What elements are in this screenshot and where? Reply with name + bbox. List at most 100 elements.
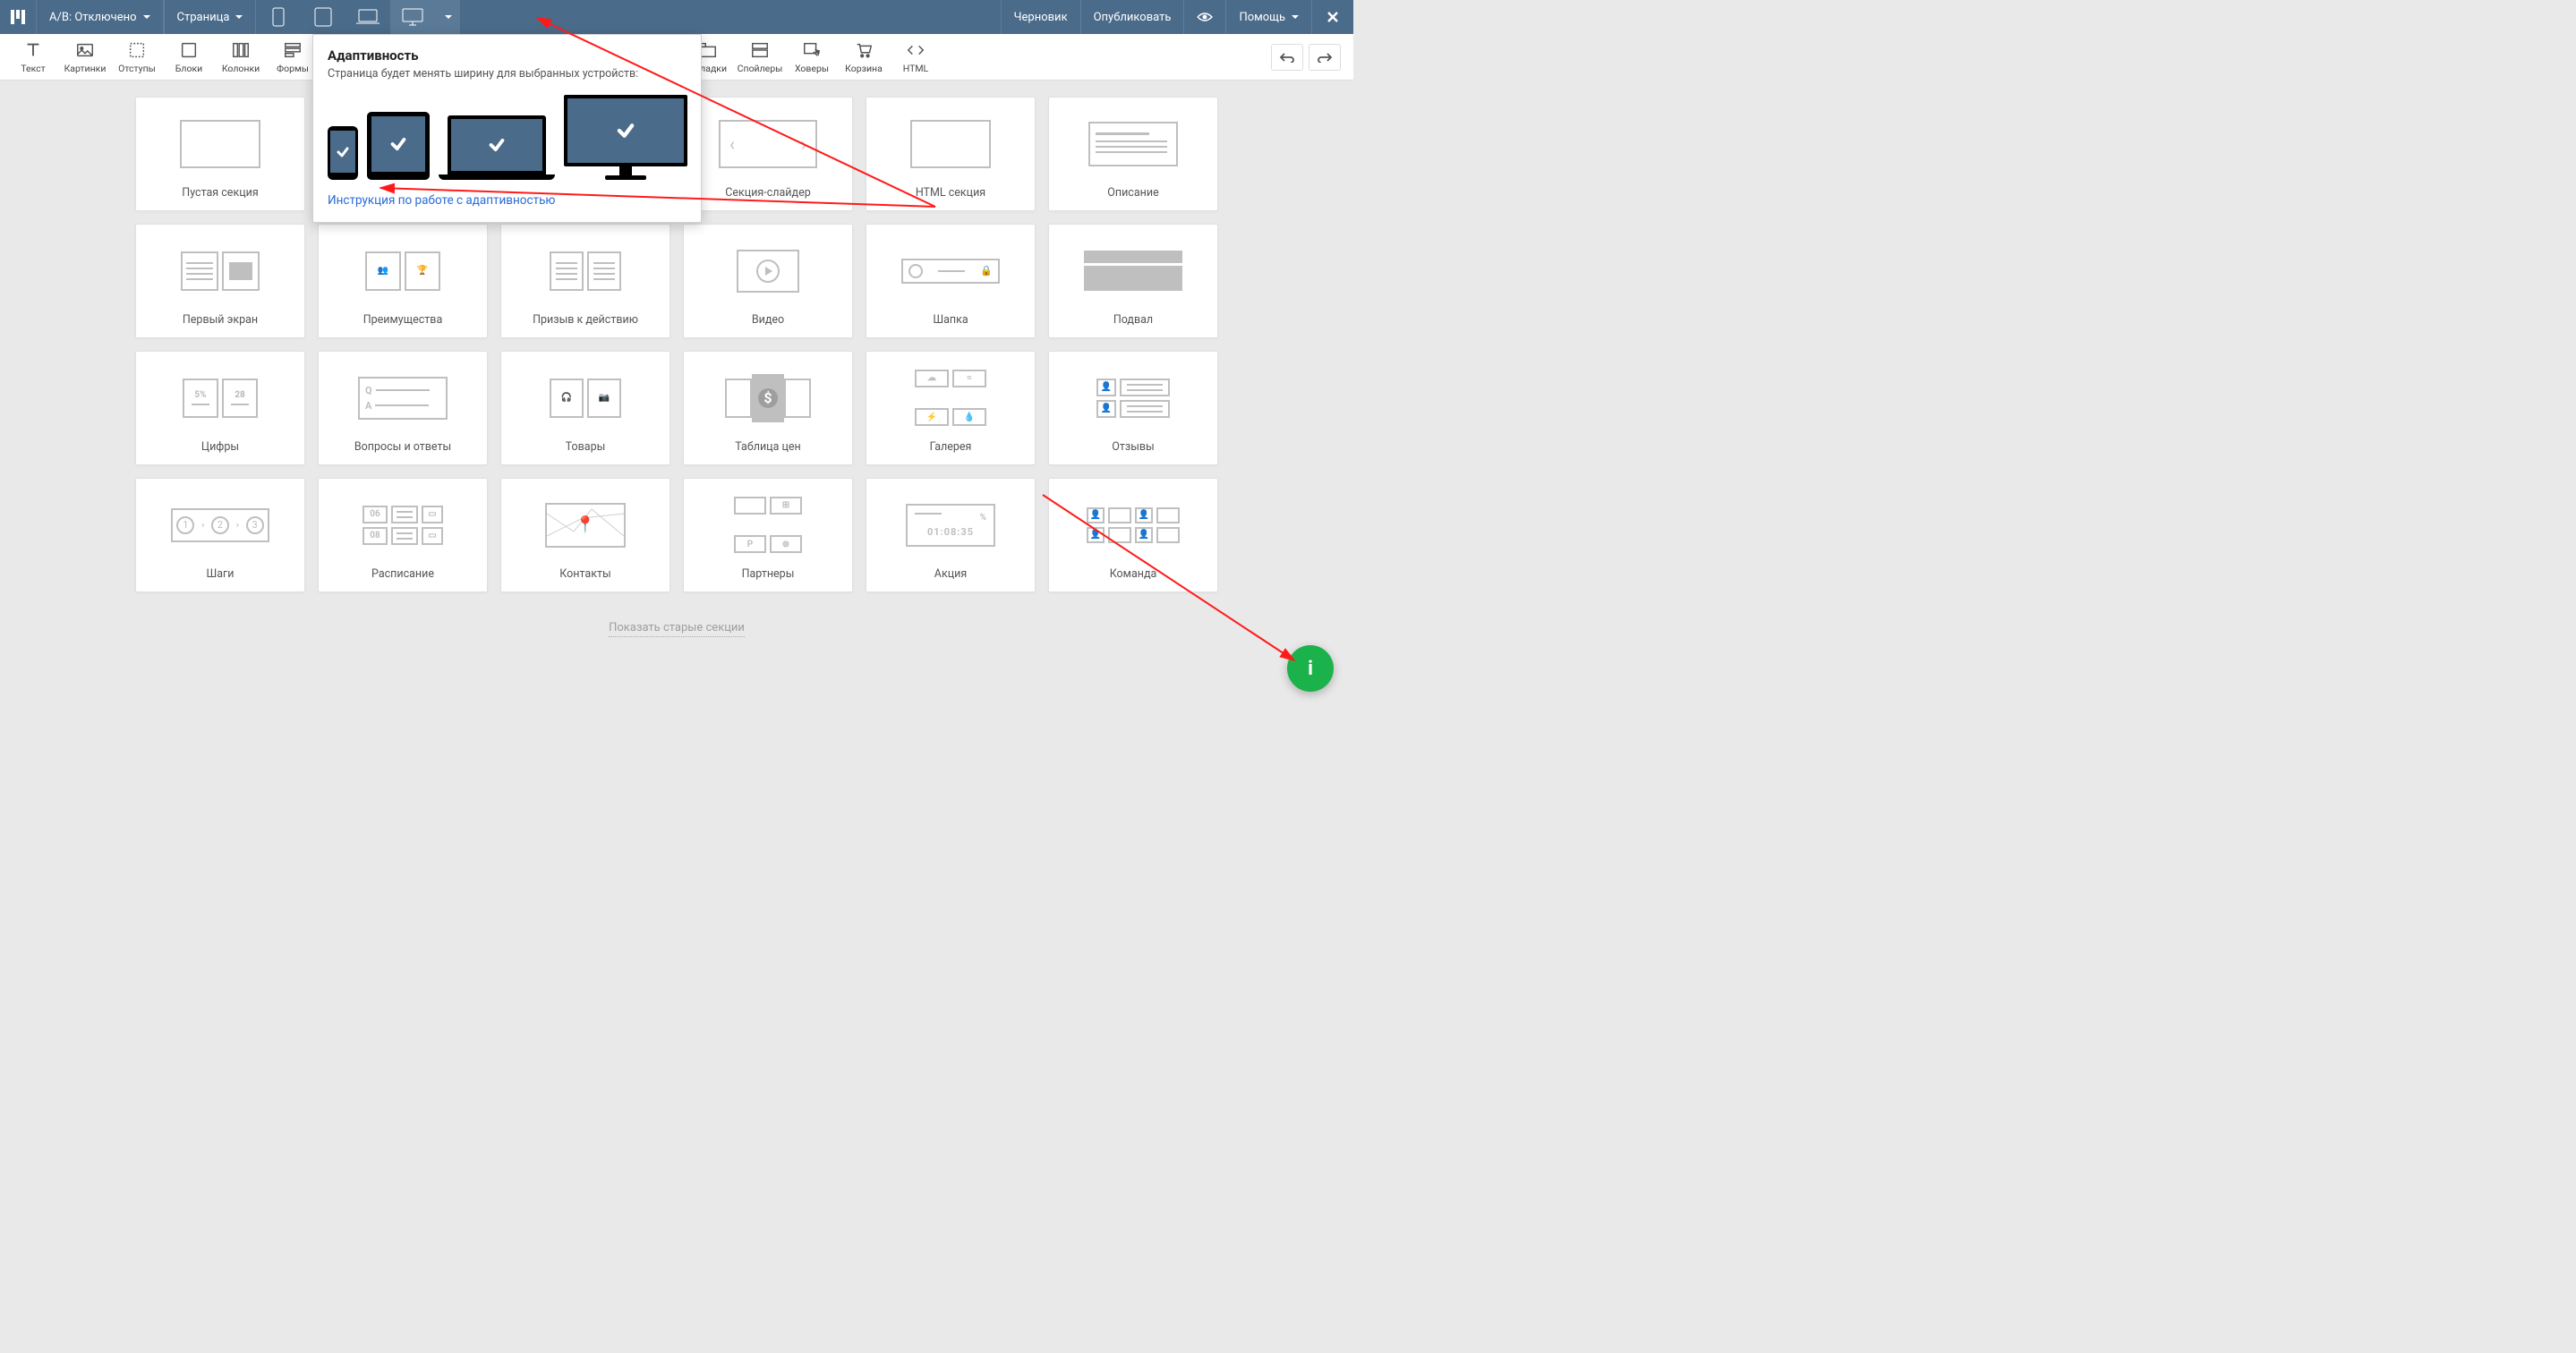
section-thumb: 06▭08▭: [324, 488, 482, 562]
draft-label: Черновик: [1014, 11, 1068, 24]
device-tablet-button[interactable]: [301, 0, 345, 34]
section-label: HTML секция: [916, 186, 985, 200]
popover-tablet[interactable]: [367, 112, 430, 180]
section-card-steps[interactable]: 1›2›3Шаги: [135, 478, 305, 592]
section-label: Галерея: [930, 440, 972, 454]
section-thumb: [141, 106, 299, 181]
section-card-schedule[interactable]: 06▭08▭Расписание: [318, 478, 488, 592]
section-card-products[interactable]: 🎧📷Товары: [500, 351, 670, 465]
tool-label: Корзина: [845, 63, 883, 74]
tool-columns[interactable]: Колонки: [215, 35, 267, 80]
section-thumb: QA: [324, 361, 482, 435]
section-card-partners[interactable]: ⊞P⊗Партнеры: [683, 478, 853, 592]
section-card-qa[interactable]: QA Вопросы и ответы: [318, 351, 488, 465]
device-desktop-button[interactable]: [390, 0, 435, 34]
section-label: Команда: [1110, 567, 1157, 581]
section-card-advantages[interactable]: 👥🏆 Преимущества: [318, 224, 488, 338]
close-icon: [1326, 11, 1339, 23]
section-card-reviews[interactable]: 👤👤Отзывы: [1048, 351, 1218, 465]
section-thumb: 👥🏆: [324, 234, 482, 308]
help-dropdown[interactable]: Помощь: [1225, 0, 1311, 34]
section-label: Вопросы и ответы: [354, 440, 451, 454]
adaptivity-popover: Адаптивность Страница будет менять ширин…: [312, 34, 702, 223]
caret-icon: [235, 15, 243, 19]
tool-hovers[interactable]: Ховеры: [786, 35, 838, 80]
section-card-desc[interactable]: Описание: [1048, 97, 1218, 211]
publish-button[interactable]: Опубликовать: [1080, 0, 1184, 34]
tool-spoilers[interactable]: Спойлеры: [734, 35, 786, 80]
forms-icon: [283, 39, 303, 61]
section-card-footer[interactable]: Подвал: [1048, 224, 1218, 338]
section-card-promo[interactable]: %01:08:35 Акция: [866, 478, 1036, 592]
help-fab[interactable]: i: [1287, 645, 1334, 692]
section-label: Контакты: [559, 567, 610, 581]
html-icon: [906, 39, 925, 61]
section-thumb: 5%28: [141, 361, 299, 435]
page-dropdown[interactable]: Страница: [164, 0, 257, 34]
section-label: Призыв к действию: [533, 313, 638, 327]
tool-images[interactable]: Картинки: [59, 35, 111, 80]
device-dropdown-button[interactable]: [435, 0, 460, 34]
tool-cart[interactable]: Корзина: [838, 35, 890, 80]
preview-button[interactable]: [1183, 0, 1225, 34]
section-thumb: 1›2›3: [141, 488, 299, 562]
draft-status[interactable]: Черновик: [1001, 0, 1080, 34]
tool-label: Картинки: [64, 63, 107, 74]
popover-phone[interactable]: [328, 126, 358, 180]
padding-icon: [127, 39, 147, 61]
section-label: Акция: [934, 567, 967, 581]
device-laptop-button[interactable]: [345, 0, 390, 34]
device-phone-button[interactable]: [256, 0, 301, 34]
section-card-team[interactable]: 👤👤👤👤Команда: [1048, 478, 1218, 592]
section-thumb: 🔒: [872, 234, 1029, 308]
section-thumb: ☁≈⚡💧: [872, 361, 1029, 435]
popover-laptop[interactable]: [439, 115, 555, 180]
section-label: Пустая секция: [182, 186, 258, 200]
tool-forms[interactable]: Формы: [267, 35, 319, 80]
section-thumb: [1054, 106, 1212, 181]
undo-button[interactable]: [1271, 44, 1303, 71]
section-card-gallery[interactable]: ☁≈⚡💧 Галерея: [866, 351, 1036, 465]
section-card-cta2[interactable]: Призыв к действию: [500, 224, 670, 338]
section-card-header[interactable]: 🔒 Шапка: [866, 224, 1036, 338]
popover-desktop[interactable]: [564, 95, 687, 180]
section-label: Товары: [566, 440, 606, 454]
section-card-contacts[interactable]: 📍Контакты: [500, 478, 670, 592]
help-label: Помощь: [1239, 11, 1285, 24]
publish-label: Опубликовать: [1094, 11, 1172, 24]
section-label: Преимущества: [363, 313, 443, 327]
blocks-icon: [179, 39, 199, 61]
section-card-video[interactable]: Видео: [683, 224, 853, 338]
text-icon: [23, 39, 43, 61]
hovers-icon: [802, 39, 822, 61]
section-label: Шапка: [933, 313, 968, 327]
tool-label: Колонки: [222, 63, 260, 74]
tool-html[interactable]: HTML: [890, 35, 942, 80]
section-label: Видео: [752, 313, 784, 327]
images-icon: [75, 39, 95, 61]
close-button[interactable]: [1311, 0, 1353, 34]
top-bar: A/B: Отключено Страница Черновик Опублик…: [0, 0, 1353, 34]
section-card-firstscreen[interactable]: Первый экран: [135, 224, 305, 338]
section-card-htmlsec[interactable]: HTML секция: [866, 97, 1036, 211]
section-card-numbers[interactable]: 5%28Цифры: [135, 351, 305, 465]
section-thumb: [872, 106, 1029, 181]
section-thumb: %01:08:35: [872, 488, 1029, 562]
section-card-slider[interactable]: ‹›Секция-слайдер: [683, 97, 853, 211]
popover-help-link[interactable]: Инструкция по работе с адаптивностью: [328, 193, 555, 208]
tool-padding[interactable]: Отступы: [111, 35, 163, 80]
section-thumb: ⊞P⊗: [689, 488, 847, 562]
section-card-empty[interactable]: Пустая секция: [135, 97, 305, 211]
section-card-pricing[interactable]: $Таблица цен: [683, 351, 853, 465]
show-old-sections-link[interactable]: Показать старые секции: [72, 617, 1282, 634]
tool-blocks[interactable]: Блоки: [163, 35, 215, 80]
tool-text[interactable]: Текст: [7, 35, 59, 80]
tool-label: Текст: [21, 63, 45, 74]
ab-label: A/B: Отключено: [49, 11, 137, 24]
logo[interactable]: [0, 0, 36, 34]
section-label: Подвал: [1113, 313, 1153, 327]
redo-button[interactable]: [1309, 44, 1341, 71]
ab-toggle-button[interactable]: A/B: Отключено: [36, 0, 164, 34]
caret-icon: [445, 15, 452, 19]
device-switcher: [256, 0, 460, 34]
